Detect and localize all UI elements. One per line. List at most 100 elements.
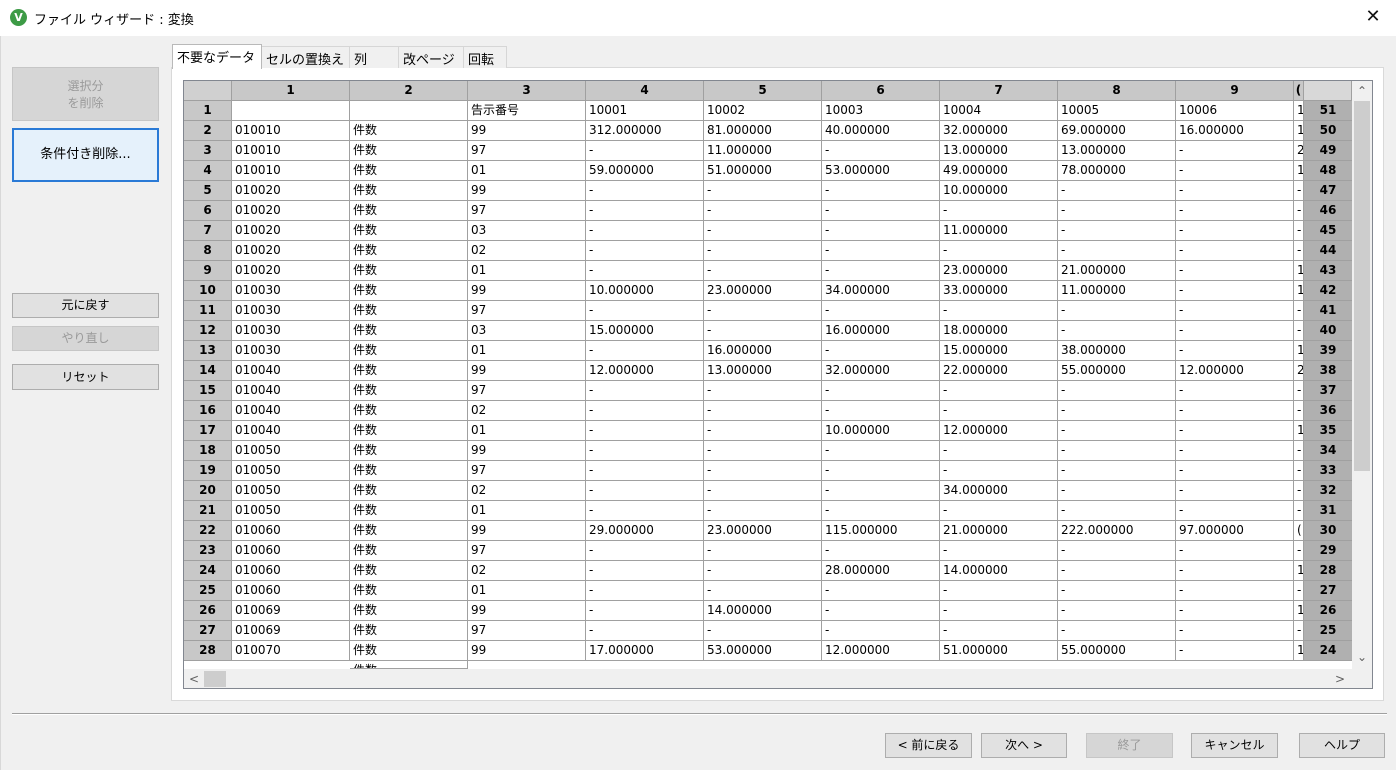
table-cell[interactable]: -	[1176, 381, 1294, 401]
undo-button[interactable]: 元に戻す	[12, 293, 159, 318]
table-cell[interactable]: 12.000000	[586, 361, 704, 381]
row-header[interactable]: 21	[184, 501, 232, 521]
table-cell[interactable]: 16.000000	[822, 321, 940, 341]
table-cell[interactable]: 21.000000	[1058, 261, 1176, 281]
table-cell[interactable]: 38.000000	[1058, 341, 1176, 361]
table-cell[interactable]: -	[1176, 401, 1294, 421]
table-cell[interactable]: 97	[468, 541, 586, 561]
table-cell[interactable]: 14.000000	[704, 601, 822, 621]
column-header[interactable]: 4	[586, 81, 704, 101]
table-cell[interactable]: 件数	[350, 561, 468, 581]
table-cell[interactable]: -	[1058, 241, 1176, 261]
row-header[interactable]: 10	[184, 281, 232, 301]
row-header[interactable]: 14	[184, 361, 232, 381]
table-cell[interactable]: 010010	[232, 121, 350, 141]
row-header[interactable]: 9	[184, 261, 232, 281]
table-cell[interactable]: 告示番号	[468, 101, 586, 121]
table-cell[interactable]: 2	[1294, 141, 1304, 161]
table-cell[interactable]: 81.000000	[704, 121, 822, 141]
table-cell[interactable]: -	[1058, 181, 1176, 201]
table-cell[interactable]: 件数	[350, 621, 468, 641]
vertical-scroll-thumb[interactable]	[1354, 101, 1370, 471]
row-header[interactable]: 13	[184, 341, 232, 361]
row-header[interactable]: 12	[184, 321, 232, 341]
table-cell[interactable]: 02	[468, 481, 586, 501]
row-header[interactable]: 22	[184, 521, 232, 541]
table-cell[interactable]: -	[586, 561, 704, 581]
table-cell[interactable]: 222.000000	[1058, 521, 1176, 541]
table-cell[interactable]	[232, 101, 350, 121]
table-cell[interactable]: 15.000000	[940, 341, 1058, 361]
table-cell[interactable]: -	[1294, 621, 1304, 641]
table-cell[interactable]: -	[1294, 301, 1304, 321]
table-cell[interactable]: -	[1176, 601, 1294, 621]
table-cell[interactable]: -	[940, 501, 1058, 521]
table-cell[interactable]: 97	[468, 201, 586, 221]
table-cell[interactable]: -	[1176, 581, 1294, 601]
row-header[interactable]: 16	[184, 401, 232, 421]
table-cell[interactable]: 01	[468, 421, 586, 441]
table-cell[interactable]: -	[822, 221, 940, 241]
table-cell[interactable]: -	[586, 241, 704, 261]
table-cell[interactable]: -	[1294, 201, 1304, 221]
table-cell[interactable]: -	[1294, 501, 1304, 521]
table-cell[interactable]: 01	[468, 261, 586, 281]
conditional-delete-button[interactable]: 条件付き削除...	[12, 128, 159, 182]
table-cell[interactable]: -	[704, 501, 822, 521]
table-cell[interactable]: 件数	[350, 201, 468, 221]
table-cell[interactable]: -	[586, 541, 704, 561]
row-header[interactable]: 2	[184, 121, 232, 141]
table-cell[interactable]: -	[1058, 421, 1176, 441]
table-cell[interactable]: -	[1176, 161, 1294, 181]
row-header[interactable]: 23	[184, 541, 232, 561]
table-cell[interactable]: -	[1176, 201, 1294, 221]
table-cell[interactable]: 010030	[232, 341, 350, 361]
table-cell[interactable]: 16.000000	[704, 341, 822, 361]
table-cell[interactable]: 10.000000	[940, 181, 1058, 201]
table-cell[interactable]: -	[822, 481, 940, 501]
row-header[interactable]: 6	[184, 201, 232, 221]
table-cell[interactable]: -	[1058, 501, 1176, 521]
table-cell[interactable]: 2	[1294, 361, 1304, 381]
row-header[interactable]: 26	[184, 601, 232, 621]
table-cell[interactable]: -	[822, 581, 940, 601]
table-cell[interactable]: -	[586, 381, 704, 401]
table-cell[interactable]: 10003	[822, 101, 940, 121]
table-cell[interactable]: -	[586, 181, 704, 201]
column-header[interactable]: 9	[1176, 81, 1294, 101]
column-header[interactable]: 2	[350, 81, 468, 101]
table-cell[interactable]: 40.000000	[822, 121, 940, 141]
table-cell[interactable]: -	[1294, 461, 1304, 481]
table-cell[interactable]: 件数	[350, 121, 468, 141]
table-cell[interactable]: -	[586, 261, 704, 281]
row-header[interactable]: 25	[184, 581, 232, 601]
table-cell[interactable]: 33.000000	[940, 281, 1058, 301]
table-cell[interactable]: -	[1176, 501, 1294, 521]
table-cell[interactable]: -	[1294, 221, 1304, 241]
table-cell[interactable]: 99	[468, 441, 586, 461]
table-cell[interactable]: 22.000000	[940, 361, 1058, 381]
table-cell[interactable]: -	[586, 401, 704, 421]
table-cell[interactable]: -	[704, 201, 822, 221]
table-cell[interactable]: 件数	[350, 641, 468, 661]
table-cell[interactable]: -	[822, 601, 940, 621]
table-cell[interactable]: 99	[468, 641, 586, 661]
table-cell[interactable]: -	[1058, 301, 1176, 321]
scroll-down-icon[interactable]: ⌄	[1352, 647, 1372, 667]
table-cell[interactable]: 10.000000	[586, 281, 704, 301]
table-cell[interactable]: 97	[468, 621, 586, 641]
table-cell[interactable]: -	[940, 301, 1058, 321]
horizontal-scrollbar[interactable]: < >	[184, 669, 1372, 688]
table-cell[interactable]: -	[586, 581, 704, 601]
table-cell[interactable]: 23.000000	[940, 261, 1058, 281]
reset-button[interactable]: リセット	[12, 364, 159, 390]
close-icon[interactable]: ✕	[1350, 0, 1396, 36]
row-header[interactable]: 3	[184, 141, 232, 161]
table-cell[interactable]: 010060	[232, 521, 350, 541]
table-cell[interactable]: 21.000000	[940, 521, 1058, 541]
table-cell[interactable]: -	[1176, 621, 1294, 641]
table-cell[interactable]: -	[704, 561, 822, 581]
table-cell[interactable]: 010050	[232, 441, 350, 461]
table-cell[interactable]: 69.000000	[1058, 121, 1176, 141]
table-cell[interactable]: 51.000000	[940, 641, 1058, 661]
